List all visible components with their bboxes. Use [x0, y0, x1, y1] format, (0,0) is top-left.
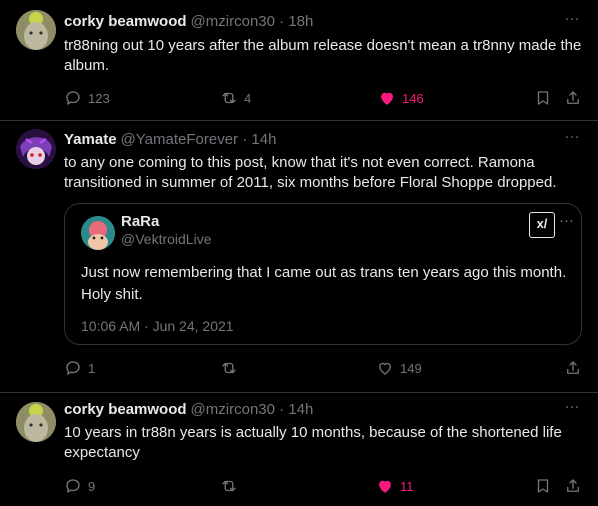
reply-button[interactable]: 123 [64, 88, 110, 108]
action-bar: 1 149 [64, 358, 584, 378]
heart-icon [381, 92, 393, 105]
more-options-icon[interactable]: ··· [560, 399, 584, 420]
repost-button[interactable] [220, 358, 244, 378]
like-button[interactable]: 146 [378, 88, 424, 108]
more-options-icon[interactable]: ··· [560, 129, 584, 150]
post-header: corky beamwood @mzircon30 · 18h [64, 12, 313, 32]
author-handle[interactable]: @mzircon30 [191, 401, 275, 418]
post-time[interactable]: 14h [288, 401, 313, 418]
post-time[interactable]: 18h [288, 13, 313, 30]
author-handle[interactable]: @mzircon30 [191, 13, 275, 30]
separator: · [242, 131, 248, 148]
like-count: 149 [400, 360, 422, 376]
post-time[interactable]: 14h [251, 131, 276, 148]
like-button[interactable]: 11 [376, 476, 414, 496]
repost-icon [222, 362, 236, 374]
like-count: 11 [400, 478, 414, 494]
heart-icon [379, 362, 391, 375]
share-button[interactable] [564, 476, 582, 496]
avatar[interactable] [16, 129, 56, 169]
post-3[interactable]: corky beamwood @mzircon30 · 14h ··· 10 ye… [0, 393, 598, 506]
reply-count: 1 [88, 360, 96, 376]
share-icon [567, 479, 579, 492]
heart-icon [379, 480, 391, 493]
quoted-author-handle[interactable]: @VektroidLive [121, 230, 211, 248]
bookmark-button[interactable] [534, 476, 552, 496]
bookmark-icon [537, 91, 549, 105]
author-name[interactable]: corky beamwood [64, 13, 187, 30]
quoted-post[interactable]: RaRa @VektroidLive x/ ··· Just now remem… [64, 203, 582, 345]
reply-icon [66, 479, 80, 493]
quoted-more-options-icon[interactable]: ··· [559, 213, 574, 228]
repost-icon [222, 92, 236, 104]
reply-button[interactable]: 1 [64, 358, 95, 378]
action-bar: 123 4 146 [64, 88, 584, 108]
post-text: to any one coming to this post, know tha… [64, 154, 557, 191]
separator: · [279, 401, 285, 418]
reply-count: 9 [88, 478, 96, 494]
repost-button[interactable]: 4 [220, 88, 251, 108]
post-header: Yamate @YamateForever · 14h [64, 130, 276, 150]
quoted-author-name[interactable]: RaRa [121, 212, 159, 232]
share-icon [567, 361, 579, 374]
share-icon [567, 91, 579, 104]
post-1[interactable]: corky beamwood @mzircon30 · 18h ··· tr88n… [0, 0, 598, 120]
share-button[interactable] [564, 88, 582, 108]
post-text: 10 years in tr88n years is actually 10 m… [64, 424, 562, 461]
reply-button[interactable]: 9 [64, 476, 95, 496]
bookmark-icon [537, 479, 549, 493]
author-name[interactable]: corky beamwood [64, 401, 187, 418]
avatar[interactable] [16, 402, 56, 442]
repost-icon [222, 480, 236, 492]
x-logo-icon[interactable]: x/ [529, 212, 555, 238]
quoted-timestamp[interactable]: 10:06 AM · Jun 24, 2021 [81, 317, 234, 335]
avatar[interactable] [16, 10, 56, 50]
like-count: 146 [402, 90, 424, 106]
more-options-icon[interactable]: ··· [560, 11, 584, 32]
like-button[interactable]: 149 [376, 358, 422, 378]
reply-icon [66, 91, 80, 105]
reply-count: 123 [88, 90, 110, 106]
repost-count: 4 [244, 90, 252, 106]
bookmark-button[interactable] [534, 88, 552, 108]
post-header: corky beamwood @mzircon30 · 14h [64, 400, 313, 420]
quoted-text: Just now remembering that I came out as … [81, 264, 567, 303]
post-text: tr88ning out 10 years after the album re… [64, 37, 582, 74]
author-handle[interactable]: @YamateForever [121, 131, 239, 148]
repost-button[interactable] [220, 476, 244, 496]
share-button[interactable] [564, 358, 582, 378]
reply-icon [66, 361, 80, 375]
action-bar: 9 11 [64, 476, 584, 496]
author-name[interactable]: Yamate [64, 131, 117, 148]
separator: · [279, 13, 285, 30]
quoted-avatar[interactable] [81, 216, 115, 250]
